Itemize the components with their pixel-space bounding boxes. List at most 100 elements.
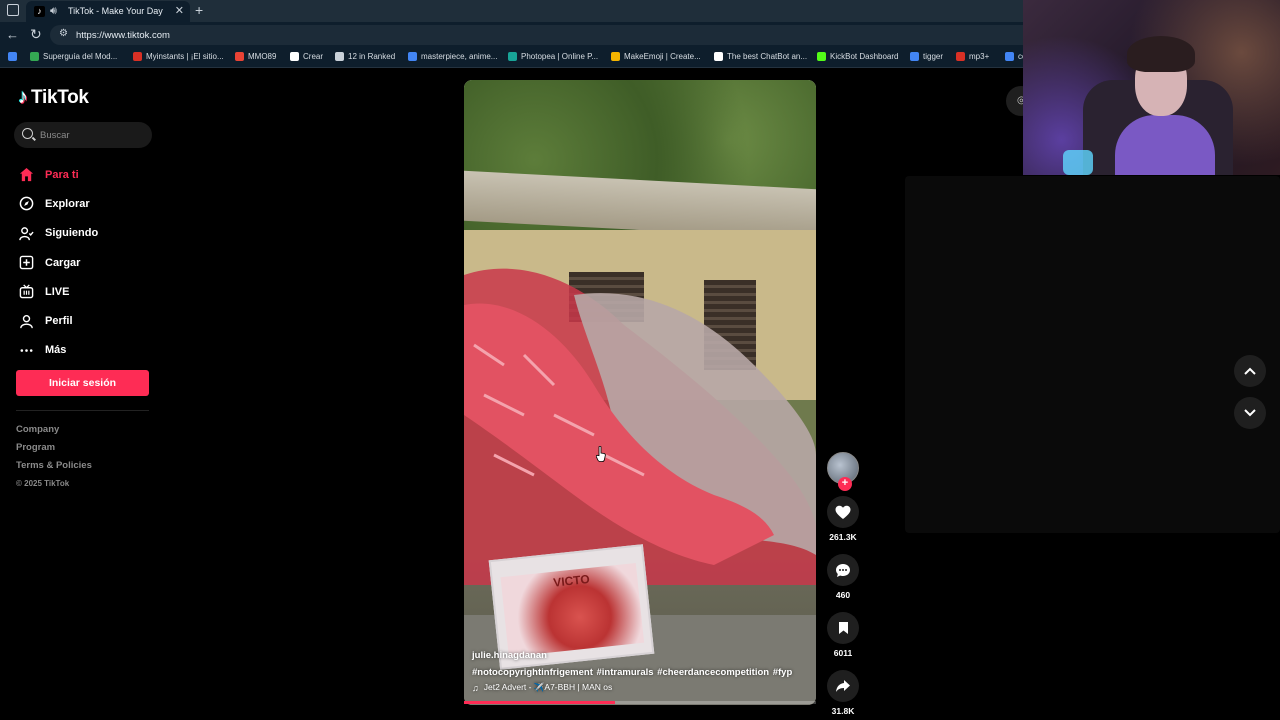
video-author[interactable]: julie.hinagdanan: [472, 650, 812, 661]
new-tab-icon[interactable]: +: [195, 2, 203, 18]
nav-item-siguiendo[interactable]: Siguiendo: [18, 219, 98, 248]
nav-item-explorar[interactable]: Explorar: [18, 189, 98, 218]
apps-icon: [8, 52, 17, 61]
nav-label: Siguiendo: [45, 227, 99, 240]
nav-item-cargar[interactable]: Cargar: [18, 248, 98, 277]
bookmark-item[interactable]: KickBot Dashboard: [817, 52, 898, 61]
video-progress-bar[interactable]: [464, 701, 816, 704]
bookmark-favicon-icon: [235, 52, 244, 61]
chevron-down-icon: [1244, 409, 1256, 417]
save-button[interactable]: 6011: [826, 612, 860, 658]
nav-item-perfil[interactable]: Perfil: [18, 306, 98, 335]
comment-button[interactable]: 460: [826, 554, 860, 600]
webcam-person-hair: [1127, 36, 1195, 72]
search-input[interactable]: [40, 126, 145, 144]
music-title: Jet2 Advert - ✈️A7-BBH | MAN os: [483, 682, 613, 692]
nav-label: Perfil: [45, 315, 73, 328]
bookmark-label: MakeEmoji | Create...: [624, 52, 701, 61]
follow-plus-icon[interactable]: +: [838, 477, 852, 491]
like-button[interactable]: 261.3K: [826, 496, 860, 542]
nav-item-mas[interactable]: Más: [18, 336, 98, 365]
live-icon: [18, 283, 35, 300]
heart-icon: [827, 496, 859, 528]
bookmark-item[interactable]: Myinstants | ¡El sitio...: [133, 52, 224, 61]
url-field[interactable]: ⚙ https://www.tiktok.com: [50, 25, 1040, 45]
creator-avatar[interactable]: +: [827, 452, 859, 491]
comment-icon: [827, 554, 859, 586]
tiktok-favicon-icon: ♪: [34, 6, 45, 17]
sidebar-divider: [16, 410, 149, 411]
following-icon: [18, 225, 35, 242]
footer-link-terms[interactable]: Terms & Policies: [16, 460, 92, 478]
bookmark-favicon-icon: [133, 52, 142, 61]
share-button[interactable]: 31.8K: [826, 670, 860, 716]
bookmark-item[interactable]: MakeEmoji | Create...: [611, 52, 701, 61]
bookmark-item[interactable]: MMO89: [235, 52, 276, 61]
bookmark-label: mp3+: [969, 52, 990, 61]
bookmark-item[interactable]: Photopea | Online P...: [508, 52, 598, 61]
bookmark-favicon-icon: [335, 52, 344, 61]
next-video-button[interactable]: [1234, 397, 1266, 429]
bookmark-label: Photopea | Online P...: [521, 52, 599, 61]
url-text[interactable]: https://www.tiktok.com: [76, 30, 170, 41]
close-tab-icon[interactable]: ✕: [175, 4, 184, 17]
bookmark-favicon-icon: [910, 52, 919, 61]
footer-link-company[interactable]: Company: [16, 424, 92, 442]
browser-tab[interactable]: ♪ 🔊︎ TikTok - Make Your Day ✕: [26, 1, 190, 22]
video-music[interactable]: ♫ Jet2 Advert - ✈️A7-BBH | MAN os: [472, 682, 812, 693]
bookmark-item[interactable]: Superguía del Mod...: [30, 52, 117, 61]
login-button[interactable]: Iniciar sesión: [16, 370, 149, 396]
previous-video-button[interactable]: [1234, 355, 1266, 387]
webcam-light: [1063, 150, 1093, 175]
copyright-text: © 2025 TikTok: [16, 479, 70, 488]
bookmark-label: The best ChatBot an...: [727, 52, 808, 61]
nav-item-live[interactable]: LIVE: [18, 277, 98, 306]
bookmark-item[interactable]: 12 in Ranked: [335, 52, 395, 61]
video-actions: + 261.3K 460 6011 31.8K: [826, 452, 860, 716]
bookmark-favicon-icon: [408, 52, 417, 61]
reload-icon[interactable]: ↻: [30, 26, 42, 43]
bookmark-item[interactable]: masterpiece, anime...: [408, 52, 497, 61]
bookmark-item[interactable]: Crear: [290, 52, 323, 61]
tiktok-logo[interactable]: ♪ TikTok: [18, 86, 89, 109]
bookmark-favicon-icon: [1005, 52, 1014, 61]
bookmark-icon: [827, 612, 859, 644]
bookmark-item[interactable]: mp3+: [956, 52, 989, 61]
share-icon: [827, 670, 859, 702]
bookmarks-apps-icon[interactable]: [8, 52, 21, 61]
bookmark-label: tigger: [923, 52, 944, 61]
speaker-icon[interactable]: 🔊︎: [50, 5, 57, 18]
sidebar: ♪ TikTok Para ti Explorar Siguiendo: [0, 68, 170, 720]
bookmark-favicon-icon: [817, 52, 826, 61]
footer-link-program[interactable]: Program: [16, 442, 92, 460]
tab-actions-icon[interactable]: [7, 4, 19, 16]
bookmark-label: Superguía del Mod...: [43, 52, 118, 61]
bookmark-item[interactable]: tigger: [910, 52, 943, 61]
bookmark-item[interactable]: The best ChatBot an...: [714, 52, 807, 61]
logo-text: TikTok: [31, 86, 89, 108]
nav-label: Para ti: [45, 168, 79, 181]
bookmark-favicon-icon: [611, 52, 620, 61]
video-caption: julie.hinagdanan #notocopyrightinfrigeme…: [472, 650, 812, 693]
bookmark-label: Myinstants | ¡El sitio...: [146, 52, 224, 61]
search-icon[interactable]: [22, 128, 33, 139]
comment-count: 460: [835, 590, 851, 600]
webcam-person-body: [1115, 115, 1215, 175]
bookmark-label: KickBot Dashboard: [830, 52, 899, 61]
video-progress-fill: [464, 701, 616, 704]
compass-icon: [18, 195, 35, 212]
bookmark-favicon-icon: [714, 52, 723, 61]
site-info-icon[interactable]: ⚙: [59, 28, 68, 39]
save-count: 6011: [833, 648, 853, 658]
nav-item-para-ti[interactable]: Para ti: [18, 160, 98, 189]
video-player[interactable]: VICTO: [464, 80, 816, 705]
mouse-cursor-icon: [596, 446, 606, 462]
bookmark-label: Crear: [303, 52, 324, 61]
bookmark-favicon-icon: [956, 52, 965, 61]
music-note-icon: ♫: [472, 682, 479, 693]
video-wing-costume: [464, 268, 816, 585]
search-box[interactable]: [14, 122, 152, 148]
back-arrow-icon[interactable]: ←: [6, 27, 19, 42]
video-hashtags[interactable]: #notocopyrightinfrigement #intramurals #…: [472, 667, 812, 678]
nav-label: Explorar: [45, 197, 90, 210]
